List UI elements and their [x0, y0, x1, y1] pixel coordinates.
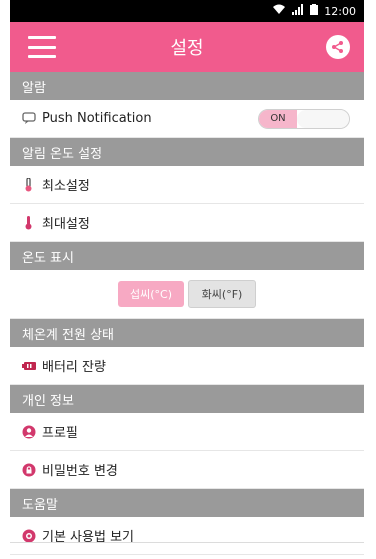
profile-icon: [22, 425, 36, 439]
divider: [10, 542, 364, 543]
wifi-icon: [272, 4, 286, 18]
section-alarm-temp: 알림 온도 설정: [10, 138, 364, 166]
signal-icon: [292, 4, 304, 18]
status-bar: 12:00: [10, 0, 364, 22]
menu-icon[interactable]: [28, 36, 56, 58]
max-setting-row[interactable]: 최대설정: [10, 204, 364, 242]
min-setting-row[interactable]: 최소설정: [10, 166, 364, 204]
profile-label: 프로필: [42, 426, 78, 441]
max-setting-label: 최대설정: [42, 217, 90, 232]
status-time: 12:00: [324, 4, 356, 18]
toggle-state-label: ON: [259, 109, 297, 128]
fahrenheit-button[interactable]: 화씨(°F): [188, 280, 256, 308]
help-icon: [22, 529, 36, 543]
profile-row[interactable]: 프로필: [10, 413, 364, 451]
section-thermometer-power: 체온계 전원 상태: [10, 319, 364, 347]
push-notification-toggle[interactable]: ON: [258, 108, 350, 129]
change-password-row[interactable]: 비밀번호 변경: [10, 451, 364, 489]
thermometer-high-icon: [22, 215, 36, 230]
section-help: 도움말: [10, 489, 364, 517]
battery-icon: [22, 359, 36, 373]
lock-icon: [22, 463, 36, 477]
thermometer-low-icon: [22, 177, 36, 192]
basic-usage-row[interactable]: 기본 사용법 보기: [10, 517, 364, 555]
share-icon[interactable]: [326, 35, 350, 59]
min-setting-label: 최소설정: [42, 179, 90, 194]
battery-label: 배터리 잔량: [42, 360, 106, 375]
section-alarm: 알람: [10, 72, 364, 100]
app-bar: 설정: [10, 22, 364, 72]
settings-screen: 12:00 설정 알람 Push Notification ON 알림 온도 설…: [10, 0, 364, 559]
section-temp-display: 온도 표시: [10, 242, 364, 270]
change-password-label: 비밀번호 변경: [42, 464, 118, 479]
celsius-button[interactable]: 섭씨(°C): [118, 281, 184, 307]
battery-status-icon: [310, 4, 319, 18]
push-notification-label: Push Notification: [42, 111, 152, 126]
battery-row[interactable]: 배터리 잔량: [10, 347, 364, 385]
section-personal-info: 개인 정보: [10, 385, 364, 413]
temperature-unit-selector: 섭씨(°C) 화씨(°F): [10, 270, 364, 319]
push-notification-row: Push Notification ON: [10, 100, 364, 138]
toggle-knob: [297, 109, 349, 128]
speech-bubble-icon: [22, 112, 36, 126]
page-title: 설정: [170, 38, 204, 59]
